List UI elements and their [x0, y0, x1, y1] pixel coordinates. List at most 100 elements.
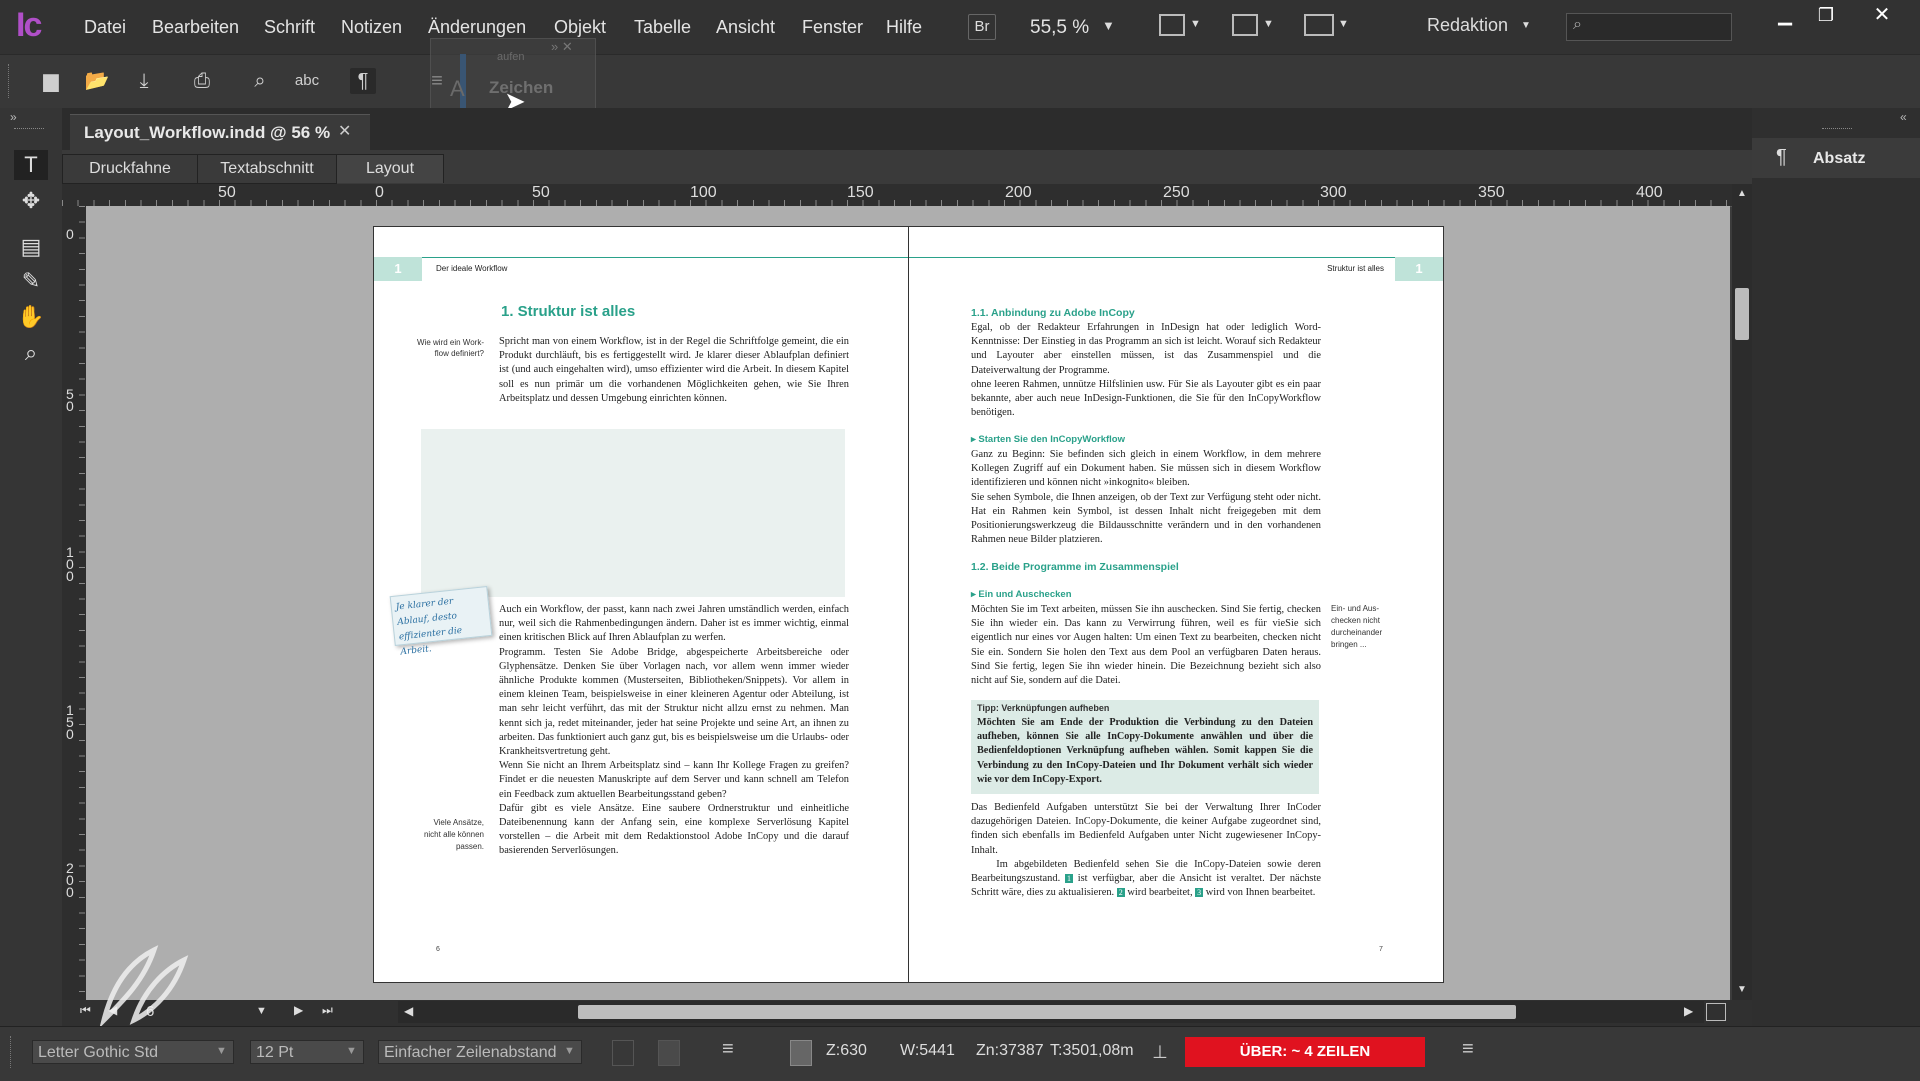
split-view-icon[interactable]: [1706, 1003, 1726, 1021]
arrange-documents-icon[interactable]: [1304, 14, 1334, 36]
screen-mode-icon[interactable]: [1159, 14, 1185, 36]
tab-textabschnitt[interactable]: Textabschnitt: [197, 154, 337, 184]
menu-bearbeiten[interactable]: Bearbeiten: [152, 17, 239, 38]
chevron-down-icon[interactable]: ▼: [346, 1045, 357, 1057]
panel-grip[interactable]: [14, 128, 44, 132]
paragraph-panel-button[interactable]: ¶ Absatz: [1752, 138, 1920, 178]
ruler-label: 350: [1478, 184, 1505, 201]
save-icon[interactable]: ⤓: [131, 68, 157, 94]
expand-panel-icon[interactable]: »: [10, 110, 17, 124]
menu-ansicht[interactable]: Ansicht: [716, 17, 775, 38]
ruler-label: 5 0: [66, 386, 74, 414]
find-icon[interactable]: ⌕: [247, 68, 273, 94]
view-options-icon[interactable]: [1232, 14, 1258, 36]
new-document-icon[interactable]: ▆: [38, 68, 64, 94]
search-input[interactable]: ⌕: [1566, 13, 1732, 41]
horizontal-scrollbar[interactable]: ◀ ▶: [398, 1001, 1704, 1023]
menu-aenderungen[interactable]: Änderungen: [428, 17, 526, 38]
tip-box[interactable]: Tipp: Verknüpfungen aufheben Möchten Sie…: [971, 700, 1319, 794]
intro-paragraph[interactable]: Spricht man von einem Workflow, ist in d…: [499, 335, 849, 406]
search-icon: ⌕: [1573, 16, 1582, 33]
section-paragraph[interactable]: Egal, ob der Redakteur Erfahrungen in In…: [971, 321, 1321, 420]
status-badge: 2: [1116, 888, 1125, 898]
leading-field[interactable]: Einfacher Zeilenabstand: [378, 1040, 582, 1064]
section-heading: 1.1. Anbindung zu Adobe InCopy: [971, 307, 1135, 319]
font-family-field[interactable]: Letter Gothic Std: [32, 1040, 234, 1064]
close-icon[interactable]: » ✕: [551, 39, 573, 55]
pilcrow-icon[interactable]: ¶: [350, 68, 376, 94]
depth-value: T:3501,08m: [1050, 1042, 1134, 1059]
tab-layout[interactable]: Layout: [336, 154, 444, 183]
line-spacing-icon[interactable]: [612, 1040, 634, 1066]
tab-druckfahne[interactable]: Druckfahne: [62, 154, 198, 184]
menu-lines-icon[interactable]: ≡: [722, 1038, 734, 1061]
body-text[interactable]: Auch ein Workflow, der passt, kann nach …: [499, 603, 849, 859]
open-folder-icon[interactable]: 📂: [84, 68, 110, 94]
section-paragraph[interactable]: Ganz zu Beginn: Sie befinden sich gleich…: [971, 448, 1321, 547]
overset-text-indicator[interactable]: ÜBER: ~ 4 ZEILEN: [1185, 1037, 1425, 1067]
scroll-up-icon[interactable]: ▲: [1737, 188, 1747, 199]
bridge-button[interactable]: Br: [968, 14, 996, 40]
chevron-down-icon[interactable]: ▼: [1338, 18, 1349, 30]
ruler-label: 100: [690, 184, 717, 201]
scrollbar-thumb[interactable]: [1735, 288, 1749, 340]
menu-schrift[interactable]: Schrift: [264, 17, 315, 38]
column-layout-icon[interactable]: [658, 1040, 680, 1066]
chapter-number-tab: 1: [374, 257, 422, 281]
chevron-down-icon[interactable]: ▼: [216, 1045, 227, 1057]
first-page-icon[interactable]: ⏮: [80, 1003, 91, 1018]
section-paragraph[interactable]: Im abgebildeten Bedienfeld sehen Sie die…: [971, 858, 1321, 901]
position-tool-icon[interactable]: ✥: [14, 186, 48, 216]
next-page-icon[interactable]: ▶: [294, 1003, 303, 1017]
menu-tabelle[interactable]: Tabelle: [634, 17, 691, 38]
toolbar-grip[interactable]: [8, 64, 12, 98]
scrollbar-thumb[interactable]: [578, 1005, 1516, 1019]
incopy-logo: Ic: [16, 6, 42, 44]
ruler-label: 1 0 0: [66, 544, 74, 584]
toolbar-grip[interactable]: [10, 1036, 14, 1068]
zoom-tool-icon[interactable]: ⌕: [14, 338, 48, 368]
menu-datei[interactable]: Datei: [84, 17, 126, 38]
print-icon[interactable]: ⎙: [189, 68, 215, 94]
note-tool-icon[interactable]: ▤: [14, 232, 48, 262]
close-button[interactable]: ✕: [1862, 0, 1902, 30]
chevron-down-icon[interactable]: ▼: [1263, 18, 1274, 30]
menu-fenster[interactable]: Fenster: [802, 17, 863, 38]
scroll-right-icon[interactable]: ▶: [1684, 1004, 1693, 1018]
section-paragraph[interactable]: Das Bedienfeld Aufgaben unterstützt Sie …: [971, 801, 1321, 858]
story-icon[interactable]: [790, 1040, 812, 1066]
scroll-down-icon[interactable]: ▼: [1737, 984, 1747, 995]
menu-lines-icon[interactable]: ≡: [424, 68, 450, 94]
hand-tool-icon[interactable]: ✋: [14, 302, 48, 332]
image-frame[interactable]: [421, 429, 845, 597]
spellcheck-icon[interactable]: abc: [294, 68, 320, 94]
menu-notizen[interactable]: Notizen: [341, 17, 402, 38]
ruler-icon[interactable]: ⊥: [1148, 1040, 1172, 1064]
control-toolbar: [0, 54, 1920, 109]
right-page[interactable]: 1 Struktur ist alles 1.1. Anbindung zu A…: [908, 226, 1444, 983]
collapse-panel-icon[interactable]: «: [1900, 110, 1907, 124]
scroll-left-icon[interactable]: ◀: [404, 1004, 413, 1018]
chevron-down-icon[interactable]: ▼: [256, 1005, 267, 1017]
chevron-down-icon[interactable]: ▼: [1190, 18, 1201, 30]
type-tool-icon[interactable]: T: [14, 150, 48, 180]
menu-objekt[interactable]: Objekt: [554, 17, 606, 38]
zoom-level[interactable]: 55,5 %: [1030, 17, 1089, 39]
panel-grip[interactable]: [1822, 128, 1852, 129]
section-paragraph[interactable]: Möchten Sie im Text arbeiten, müssen Sie…: [971, 603, 1321, 688]
menu-hilfe[interactable]: Hilfe: [886, 17, 922, 38]
close-tab-icon[interactable]: ✕: [338, 121, 351, 141]
menu-lines-icon[interactable]: ≡: [1462, 1038, 1474, 1061]
vertical-scrollbar[interactable]: ▲ ▼: [1732, 184, 1752, 1000]
minimize-button[interactable]: ▁: [1765, 0, 1805, 30]
ruler-label: 400: [1636, 184, 1663, 201]
restore-button[interactable]: ❐: [1806, 0, 1846, 30]
last-page-icon[interactable]: ⏭: [322, 1003, 333, 1018]
chevron-down-icon[interactable]: ▼: [564, 1045, 575, 1057]
eyedropper-tool-icon[interactable]: ✎: [14, 266, 48, 296]
left-page[interactable]: 1 Der ideale Workflow 1. Struktur ist al…: [373, 226, 909, 983]
workspace-switcher[interactable]: Redaktion: [1427, 15, 1508, 36]
document-tab[interactable]: Layout_Workflow.indd @ 56 % ✕: [70, 114, 370, 151]
chevron-down-icon[interactable]: ▼: [1521, 20, 1531, 31]
zoom-dropdown-icon[interactable]: ▼: [1102, 18, 1115, 33]
